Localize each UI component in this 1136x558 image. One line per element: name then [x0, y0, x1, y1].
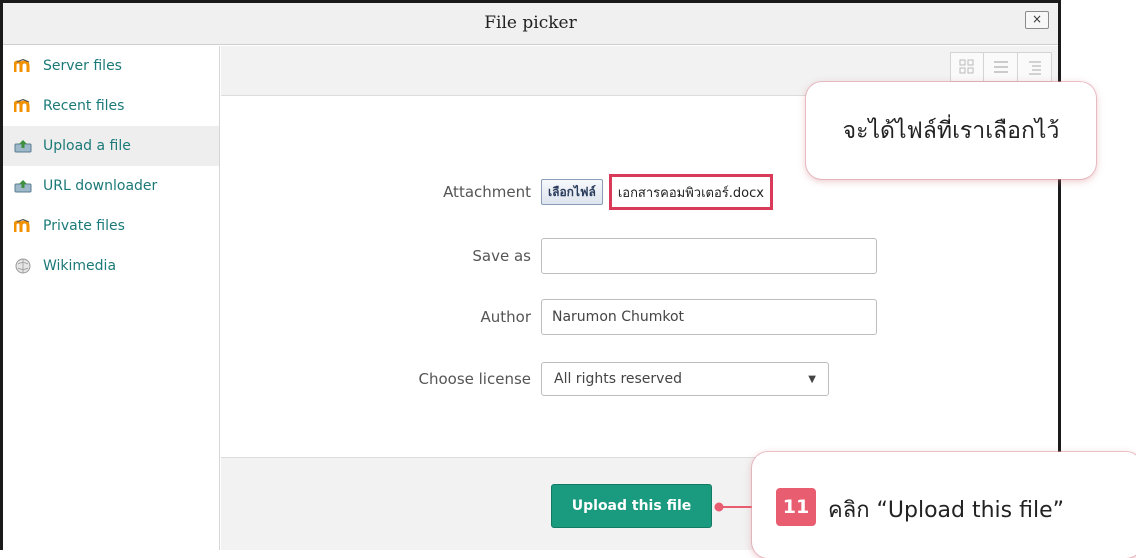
sidebar-item-server-files[interactable]: Server files [3, 46, 219, 86]
tree-view-button[interactable] [1018, 52, 1052, 82]
sidebar-item-label: URL downloader [43, 178, 158, 194]
close-button[interactable]: × [1025, 11, 1049, 29]
license-selected-value: All rights reserved [554, 371, 682, 387]
grid-icon [959, 59, 974, 74]
sidebar-item-label: Recent files [43, 98, 125, 114]
save-as-row: Save as [221, 238, 1021, 274]
annotation-text: จะได้ไฟล์ที่เราเลือกไว้ [842, 117, 1060, 144]
repository-sidebar: Server files Recent files Upload a file … [3, 46, 220, 550]
list-icon [993, 61, 1008, 73]
attachment-label: Attachment [443, 183, 531, 201]
sidebar-item-wikimedia[interactable]: Wikimedia [3, 246, 219, 286]
wikimedia-icon [13, 258, 33, 274]
sidebar-item-private-files[interactable]: Private files [3, 206, 219, 246]
author-row: Author Narumon Chumkot [221, 299, 1021, 335]
sidebar-item-label: Wikimedia [43, 258, 117, 274]
selected-filename: เอกสารคอมพิวเตอร์.docx [608, 174, 773, 210]
save-as-input[interactable] [541, 238, 877, 274]
sidebar-item-label: Upload a file [43, 138, 131, 154]
save-as-label: Save as [472, 247, 531, 265]
sidebar-item-label: Server files [43, 58, 122, 74]
moodle-icon [13, 218, 33, 234]
author-input[interactable]: Narumon Chumkot [541, 299, 877, 335]
license-label: Choose license [418, 370, 531, 388]
tree-icon [1028, 61, 1041, 75]
annotation-callout-step: 11 คลิก “Upload this file” [752, 452, 1136, 558]
choose-file-button[interactable]: เลือกไฟล์ [541, 179, 603, 205]
attachment-row: Attachment เลือกไฟล์ เอกสารคอมพิวเตอร์.d… [221, 174, 1021, 210]
license-select[interactable]: All rights reserved ▼ [541, 362, 829, 396]
sidebar-item-url-downloader[interactable]: URL downloader [3, 166, 219, 206]
sidebar-item-upload-a-file[interactable]: Upload a file [3, 126, 219, 166]
moodle-icon [13, 98, 33, 114]
author-label: Author [480, 308, 531, 326]
sidebar-item-recent-files[interactable]: Recent files [3, 86, 219, 126]
moodle-icon [13, 58, 33, 74]
list-view-button[interactable] [984, 52, 1018, 82]
annotation-callout-file-selected: จะได้ไฟล์ที่เราเลือกไว้ [806, 82, 1096, 179]
step-number-badge: 11 [776, 488, 816, 526]
icons-view-button[interactable] [950, 52, 984, 82]
sidebar-item-label: Private files [43, 218, 125, 234]
dialog-titlebar: File picker × [3, 3, 1058, 45]
license-row: Choose license All rights reserved ▼ [221, 361, 1021, 397]
upload-icon [13, 138, 33, 154]
step-instruction: คลิก “Upload this file” [828, 498, 1065, 523]
chevron-down-icon: ▼ [808, 373, 816, 385]
upload-icon [13, 178, 33, 194]
upload-this-file-button[interactable]: Upload this file [551, 484, 712, 528]
dialog-title: File picker [484, 13, 577, 33]
close-icon: × [1031, 12, 1043, 26]
